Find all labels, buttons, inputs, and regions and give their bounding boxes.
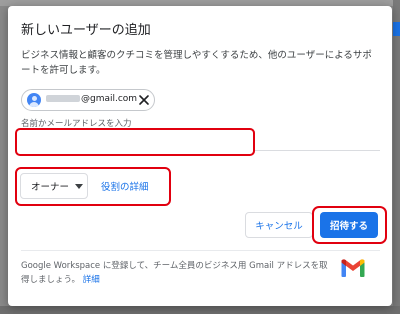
close-icon[interactable] (137, 93, 151, 107)
redacted-email-user (46, 95, 80, 102)
dialog-description: ビジネス情報と顧客のクチコミを管理しやすくするため、他のユーザーによるサポートを… (21, 50, 372, 76)
workspace-promo-text: Google Workspace に登録して、チーム全員のビジネス用 Gmail… (21, 261, 328, 285)
role-select[interactable]: オーナー (20, 173, 88, 199)
footer-divider (21, 250, 380, 251)
learn-more-link[interactable]: 詳細 (83, 275, 100, 285)
cancel-button[interactable]: キャンセル (245, 212, 313, 238)
background-overlay-bottom (0, 306, 400, 314)
background-overlay-right (393, 0, 400, 314)
caret-down-icon (75, 183, 84, 189)
role-details-link[interactable]: 役割の詳細 (101, 179, 149, 193)
dialog-title: 新しいユーザーの追加 (21, 23, 151, 38)
chip-email-domain: @gmail.com (81, 94, 138, 104)
footer-text: Google Workspace に登録して、チーム全員のビジネス用 Gmail… (21, 259, 331, 287)
background-button-fragment (393, 22, 400, 36)
chip-email: @gmail.com (46, 94, 137, 104)
add-user-dialog: 新しいユーザーの追加 ビジネス情報と顧客のクチコミを管理しやすくするため、他のユ… (8, 6, 392, 306)
gmail-logo-icon (341, 259, 365, 277)
input-underline (255, 150, 380, 151)
name-or-email-input[interactable] (15, 128, 255, 156)
email-chip[interactable]: @gmail.com (21, 89, 155, 111)
role-select-value: オーナー (31, 182, 70, 193)
person-avatar-icon (27, 93, 41, 107)
invite-button[interactable]: 招待する (320, 212, 378, 238)
